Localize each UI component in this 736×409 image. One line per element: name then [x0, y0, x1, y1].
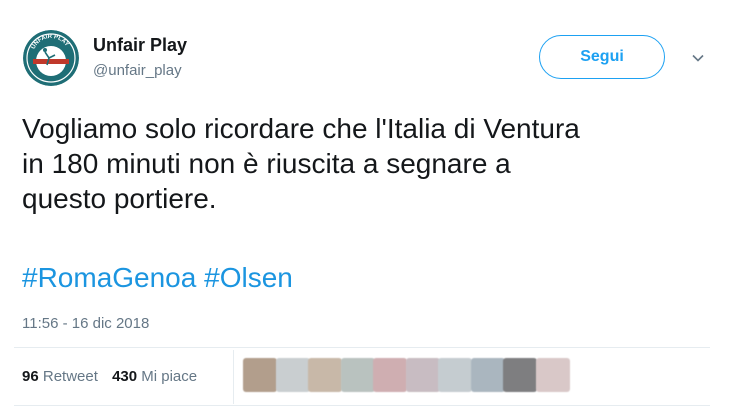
tweet-text-line: Vogliamo solo ricordare che l'Italia di … [22, 113, 580, 144]
follow-button[interactable]: Segui [539, 35, 665, 79]
author-name[interactable]: Unfair Play [93, 35, 187, 56]
liker-avatar[interactable] [340, 358, 375, 392]
liker-avatar[interactable] [405, 358, 440, 392]
liker-avatar[interactable] [535, 358, 570, 392]
tweet-stats: 96 Retweet 430 Mi piace [22, 368, 207, 385]
hashtag-link[interactable]: #Olsen [204, 262, 293, 293]
retweet-stat[interactable]: 96 Retweet [22, 368, 98, 385]
retweet-label: Retweet [42, 368, 98, 385]
tweet-text: Vogliamo solo ricordare che l'Italia di … [22, 111, 722, 216]
hashtag-link[interactable]: #RomaGenoa [22, 262, 196, 293]
divider [14, 405, 710, 406]
unfair-play-logo: UNFAIR PLAY [23, 30, 79, 86]
like-label: Mi piace [141, 368, 198, 385]
liker-avatar[interactable] [275, 358, 310, 392]
author-handle[interactable]: @unfair_play [93, 62, 182, 79]
timestamp[interactable]: 11:56 - 16 dic 2018 [22, 315, 149, 332]
liker-avatar[interactable] [438, 358, 472, 392]
hashtags: #RomaGenoa #Olsen [22, 260, 293, 295]
liker-avatar[interactable] [503, 358, 537, 392]
like-stat[interactable]: 430 Mi piace [112, 368, 197, 385]
liker-avatar[interactable] [243, 358, 277, 392]
tweet-text-line: questo portiere. [22, 183, 217, 214]
liker-avatar[interactable] [470, 358, 505, 392]
chevron-down-icon[interactable] [690, 50, 706, 66]
liker-avatar[interactable] [308, 358, 342, 392]
avatar[interactable]: UNFAIR PLAY [23, 30, 79, 86]
liker-avatar[interactable] [373, 358, 407, 392]
liker-avatars [243, 358, 573, 394]
tweet-text-line: in 180 minuti non è riuscita a segnare a [22, 148, 511, 179]
stats-separator [233, 350, 234, 404]
retweet-count: 96 [22, 368, 39, 385]
like-count: 430 [112, 368, 138, 385]
divider [14, 347, 710, 348]
